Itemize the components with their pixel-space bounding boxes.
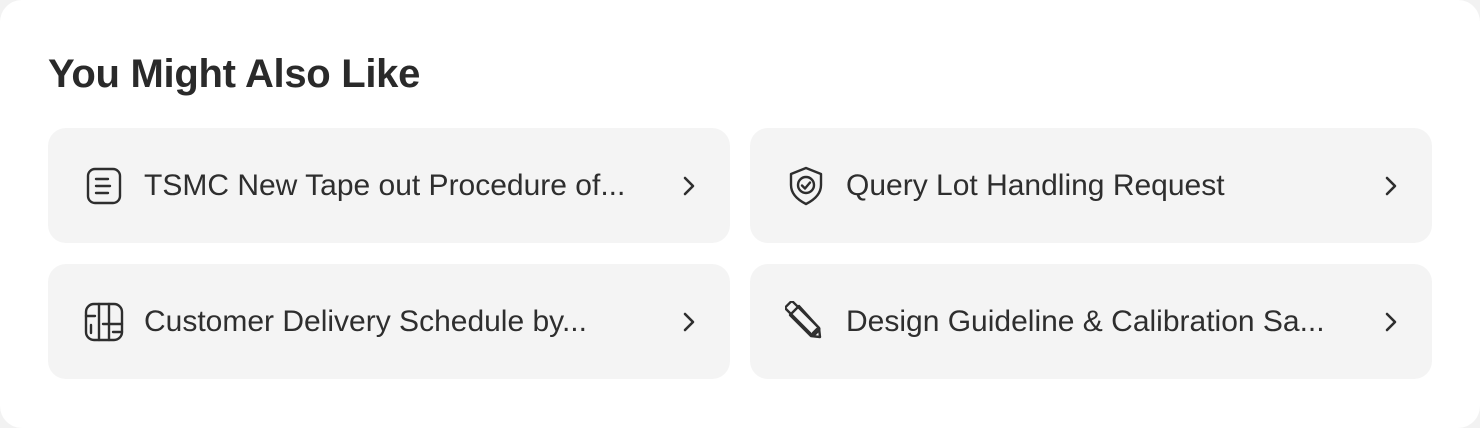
recommendation-card[interactable]: TSMC New Tape out Procedure of... [48,128,730,243]
ruler-pencil-icon [784,300,828,344]
chevron-right-icon [1380,311,1402,333]
recommendation-card[interactable]: Design Guideline & Calibration Sa... [750,264,1432,379]
recommendation-label: Customer Delivery Schedule by... [144,304,587,338]
shield-check-icon [784,164,828,208]
document-icon [82,164,126,208]
chevron-right-icon [678,311,700,333]
recommendation-card[interactable]: Customer Delivery Schedule by... [48,264,730,379]
chevron-right-icon [678,175,700,197]
recommendation-label: Query Lot Handling Request [846,168,1225,202]
section-title: You Might Also Like [48,52,421,96]
schedule-board-icon [82,300,126,344]
chevron-right-icon [1380,175,1402,197]
recommendation-label: Design Guideline & Calibration Sa... [846,304,1325,338]
recommendation-card[interactable]: Query Lot Handling Request [750,128,1432,243]
recommendations-panel: You Might Also Like TSMC New Tape out Pr… [0,0,1480,428]
recommendation-label: TSMC New Tape out Procedure of... [144,168,626,202]
recommendation-grid: TSMC New Tape out Procedure of... Query … [48,128,1432,379]
